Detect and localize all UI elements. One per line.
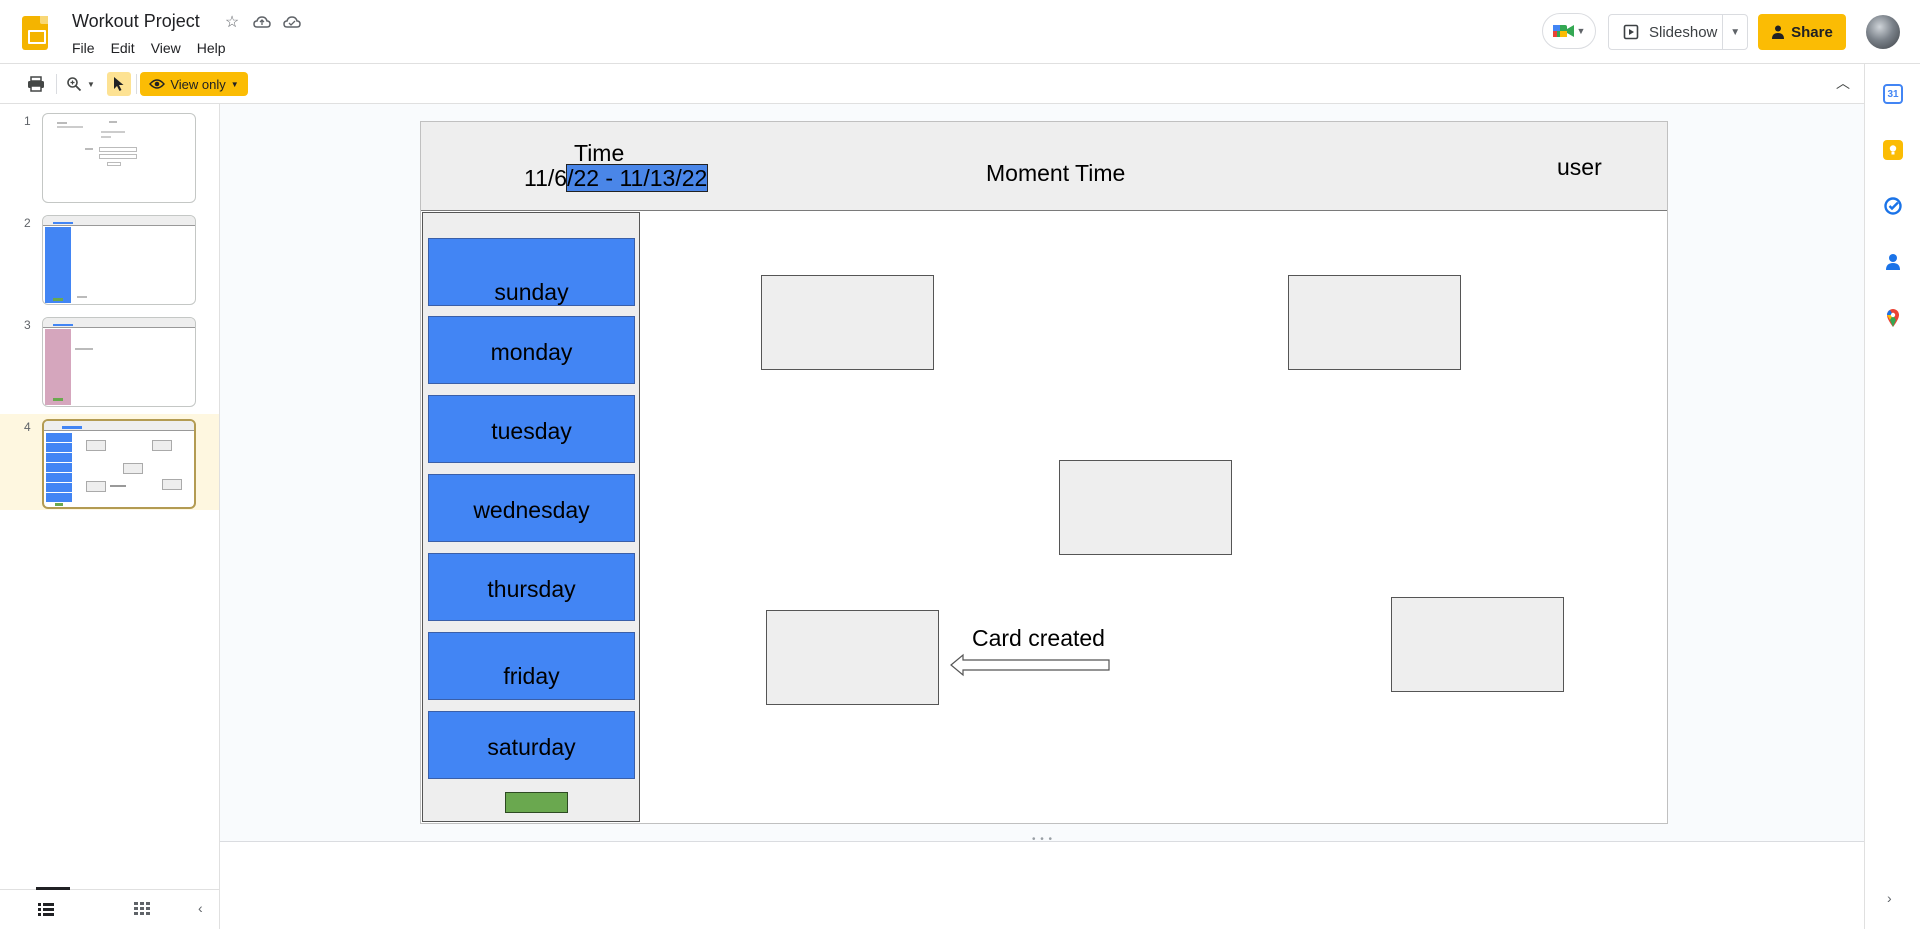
workout-card [1391,597,1564,692]
toolbar: ▼ View only ▼ ︿ [0,64,1864,104]
workout-card [1059,460,1232,555]
day-button-friday: friday [428,632,635,700]
workout-card [766,610,939,705]
time-label: Time [574,140,625,166]
expand-panel-icon[interactable]: › [1887,890,1892,906]
move-to-drive-icon[interactable] [252,12,272,32]
view-only-button[interactable]: View only ▼ [140,72,248,96]
keep-icon[interactable] [1883,140,1903,160]
day-button-wednesday: wednesday [428,474,635,542]
slide-number: 1 [24,114,31,128]
slide-thumbnail-image [42,215,196,305]
day-label: sunday [494,279,569,305]
filmstrip-footer: ‹ [0,887,219,929]
view-only-label: View only [170,76,226,92]
title-actions: ☆ [222,12,302,32]
zoom-icon [67,77,82,92]
share-label: Share [1791,23,1833,41]
left-arrow-icon [950,653,1110,677]
slide-thumbnail-image [42,317,196,407]
slide-thumbnail[interactable]: 1 [0,108,219,204]
app-title: Moment Time [986,160,1126,186]
slide-number: 3 [24,318,31,332]
slide-header-bar: Time 11/6/22 - 11/13/22 Moment Time user [421,122,1667,211]
share-lock-icon [1772,25,1785,39]
document-title[interactable]: Workout Project [72,11,200,32]
share-button[interactable]: Share [1758,14,1846,50]
slide-thumbnail[interactable]: 2 [0,210,219,306]
cloud-saved-icon[interactable] [282,12,302,32]
contacts-icon[interactable] [1883,252,1903,272]
day-label: tuesday [491,418,572,444]
day-button-tuesday: tuesday [428,395,635,463]
toolbar-divider [56,74,57,94]
avatar[interactable] [1866,15,1900,49]
menu-help[interactable]: Help [189,38,234,58]
slide-number: 4 [24,420,31,434]
day-label: saturday [487,734,576,760]
user-label: user [1557,154,1602,180]
slides-logo-icon[interactable] [22,16,48,50]
card-created-caption: Card created [972,625,1105,651]
eye-icon [149,79,166,89]
workout-card [761,275,934,370]
star-icon[interactable]: ☆ [222,12,242,32]
calendar-day-label: 31 [1887,88,1899,100]
zoom-dropdown[interactable]: ▼ [86,72,96,96]
menu-edit[interactable]: Edit [103,38,143,58]
slideshow-label: Slideshow [1649,23,1718,41]
collapse-filmstrip-icon[interactable]: ‹ [198,900,203,916]
slide-thumbnail[interactable]: 3 [0,312,219,408]
grid-view-icon[interactable] [134,902,150,919]
day-button-sunday: sunday [428,238,635,306]
day-button-monday: monday [428,316,635,384]
slide-thumbnail-image [42,419,196,509]
maps-icon[interactable] [1883,308,1903,328]
slideshow-button[interactable]: Slideshow [1609,15,1724,49]
toolbar-divider [136,74,137,94]
tasks-icon[interactable] [1883,196,1903,216]
collapse-toolbar-icon[interactable]: ︿ [1836,73,1850,93]
slide-thumbnail-selected[interactable]: 4 [0,414,219,510]
select-cursor-icon [114,77,124,91]
print-button[interactable] [24,72,48,96]
slideshow-options-button[interactable]: ▼ [1723,15,1747,49]
app-header: Workout Project ☆ File Edit View Help ▼ … [0,0,1920,64]
day-button-saturday: saturday [428,711,635,779]
zoom-button[interactable] [64,72,84,96]
day-sidebar: sunday monday tuesday wednesday thursday… [422,212,640,822]
slide-number: 2 [24,216,31,230]
list-view-icon[interactable] [36,887,70,916]
select-button[interactable] [107,72,131,96]
calendar-icon[interactable]: 31 [1883,84,1903,104]
date-range-selection: /22 - 11/13/22 [566,164,709,192]
menu-view[interactable]: View [143,38,189,58]
date-range: 11/6/22 - 11/13/22 [524,164,709,192]
slideshow-button-group: Slideshow ▼ [1608,14,1748,50]
date-range-start: 11/6 [524,165,568,191]
slideshow-icon [1623,24,1639,40]
day-button-thursday: thursday [428,553,635,621]
day-label: friday [503,663,560,689]
slide-canvas: Time 11/6/22 - 11/13/22 Moment Time user… [220,104,1864,929]
chevron-down-icon: ▼ [230,79,239,89]
meet-button[interactable]: ▼ [1542,13,1596,49]
chevron-down-icon: ▼ [1576,26,1586,36]
print-icon [28,76,44,92]
slide-thumbnail-image [42,113,196,203]
day-label: thursday [487,576,576,602]
speaker-notes-area[interactable] [220,842,1864,929]
menu-bar: File Edit View Help [64,38,234,58]
side-panel: 31 › [1864,64,1920,929]
add-button [505,792,568,813]
filmstrip: 1 2 3 4 ‹ [0,104,220,929]
current-slide[interactable]: Time 11/6/22 - 11/13/22 Moment Time user… [420,121,1668,824]
meet-icon [1552,23,1574,39]
day-label: wednesday [473,497,590,523]
menu-file[interactable]: File [64,38,103,58]
day-label: monday [490,339,573,365]
workout-card [1288,275,1461,370]
